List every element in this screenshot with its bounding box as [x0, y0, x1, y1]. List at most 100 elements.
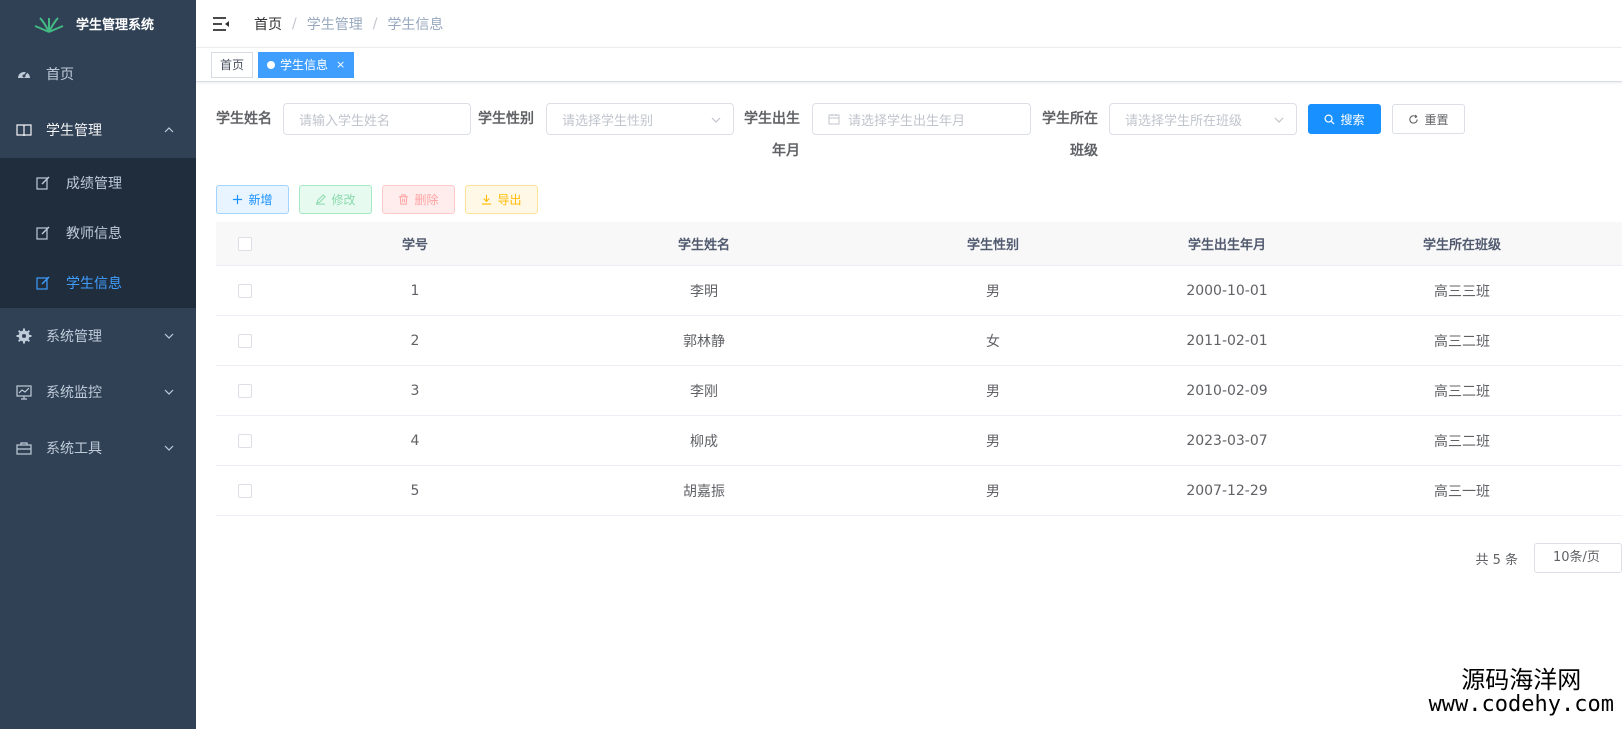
row-checkbox[interactable] [238, 283, 252, 298]
breadcrumb-separator: / [372, 15, 378, 32]
class-select[interactable]: 请选择学生所在班级 [1109, 103, 1297, 135]
chevron-down-icon [164, 445, 174, 451]
table-cell: 男 [986, 383, 1000, 400]
row-checkbox[interactable] [238, 483, 252, 498]
row-checkbox-cell [216, 383, 274, 398]
logo: 学生管理系统 [0, 0, 196, 46]
pagination-total: 共 5 条 [1475, 552, 1518, 568]
page-size-select[interactable]: 10条/页 [1534, 543, 1622, 573]
table-cell: 女 [986, 333, 1000, 350]
sidebar-item-students[interactable]: 学生信息 [0, 258, 196, 308]
table-cell: 2007-12-29 [1186, 482, 1268, 499]
table-cell: 男 [986, 433, 1000, 450]
row-checkbox-cell [216, 333, 274, 348]
search-button-label: 搜索 [1340, 112, 1365, 127]
add-button-label: 新增 [248, 193, 273, 207]
sidebar-item-label: 系统监控 [46, 385, 102, 401]
column-header: 学生出生年月 [1187, 238, 1266, 253]
add-button[interactable]: 新增 [216, 185, 289, 214]
sidebar: 学生管理系统 首页 学生管理 成绩管理 教师信息 学生信息 系统管理 系统监控 … [0, 0, 196, 729]
hamburger-icon[interactable] [212, 15, 230, 33]
toolbox-icon [16, 440, 32, 456]
name-input-placeholder: 请输入学生姓名 [299, 113, 391, 129]
submenu-student-mgmt: 成绩管理 教师信息 学生信息 [0, 158, 196, 308]
birth-date-placeholder: 请选择学生出生年月 [848, 113, 966, 129]
search-button[interactable]: 搜索 [1308, 104, 1381, 134]
table-row[interactable]: 1 李明 男 2000-10-01 高三三班 [216, 266, 1622, 316]
row-checkbox[interactable] [238, 383, 252, 398]
edit-button[interactable]: 修改 [299, 185, 372, 214]
table-cell: 5 [410, 482, 420, 499]
search-icon [1324, 114, 1335, 125]
table-cell: 李刚 [690, 383, 718, 400]
sidebar-item-system-mgmt[interactable]: 系统管理 [0, 308, 196, 364]
breadcrumb-item: 学生管理 [306, 16, 363, 33]
sidebar-item-label: 成绩管理 [66, 176, 122, 192]
monitor-icon [16, 384, 32, 400]
table-cell: 柳成 [690, 433, 718, 450]
table-cell: 2010-02-09 [1186, 382, 1268, 399]
reset-button-label: 重置 [1424, 112, 1449, 127]
sidebar-item-system-tools[interactable]: 系统工具 [0, 420, 196, 476]
sidebar-item-label: 学生信息 [66, 276, 122, 292]
chevron-down-icon [711, 117, 721, 123]
column-header: 学生所在班级 [1422, 238, 1501, 253]
watermark-line1: 源码海洋网 [1461, 666, 1582, 694]
table-row[interactable]: 3 李刚 男 2010-02-09 高三二班 [216, 366, 1622, 416]
delete-button-label: 删除 [414, 193, 439, 207]
tag-home[interactable]: 首页 [211, 51, 254, 78]
app-title: 学生管理系统 [76, 17, 155, 33]
row-checkbox[interactable] [238, 333, 252, 348]
gender-select-placeholder: 请选择学生性别 [562, 113, 654, 129]
table-row[interactable]: 4 柳成 男 2023-03-07 高三二班 [216, 416, 1622, 466]
gender-select[interactable]: 请选择学生性别 [546, 103, 734, 135]
logo-icon [34, 17, 64, 33]
row-checkbox-cell [216, 483, 274, 498]
table-cell: 高三二班 [1434, 383, 1490, 400]
sidebar-item-label: 系统管理 [46, 329, 102, 345]
table-cell: 李明 [690, 283, 718, 300]
close-icon[interactable]: × [336, 53, 345, 77]
chevron-up-icon [164, 127, 174, 133]
birth-label-line2: 年月 [772, 143, 800, 159]
table-cell: 胡嘉振 [683, 483, 725, 500]
navbar: 首页 / 学生管理 / 学生信息 [196, 0, 1622, 48]
class-select-placeholder: 请选择学生所在班级 [1125, 113, 1243, 129]
breadcrumb-item[interactable]: 首页 [254, 14, 282, 34]
export-button-label: 导出 [497, 193, 522, 207]
chevron-down-icon [164, 333, 174, 339]
edit-icon [36, 276, 50, 290]
edit-icon [36, 176, 50, 190]
table-cell: 2011-02-01 [1186, 332, 1268, 349]
table-cell: 2 [410, 332, 420, 349]
delete-button[interactable]: 删除 [382, 185, 455, 214]
sidebar-item-label: 学生管理 [46, 123, 102, 139]
sidebar-item-label: 首页 [46, 67, 74, 83]
main-content: 首页 / 学生管理 / 学生信息 首页 学生信息 × 学生姓名 请输入学生姓名 … [196, 0, 1622, 729]
row-checkbox-cell [216, 283, 274, 298]
row-checkbox[interactable] [238, 433, 252, 448]
tag-student-info[interactable]: 学生信息 × [258, 51, 355, 78]
table-cell: 2000-10-01 [1186, 282, 1268, 299]
sidebar-item-student-mgmt[interactable]: 学生管理 [0, 102, 196, 158]
table-cell: 高三一班 [1434, 483, 1490, 500]
table-row[interactable]: 2 郭林静 女 2011-02-01 高三二班 [216, 316, 1622, 366]
sidebar-item-system-monitor[interactable]: 系统监控 [0, 364, 196, 420]
sidebar-item-scores[interactable]: 成绩管理 [0, 158, 196, 208]
table-cell: 男 [986, 283, 1000, 300]
table-cell: 高三二班 [1434, 433, 1490, 450]
column-header: 学生姓名 [677, 238, 730, 253]
select-all-checkbox[interactable] [238, 236, 252, 251]
birth-date-picker[interactable]: 请选择学生出生年月 [812, 103, 1031, 135]
watermark-line2: www.codehy.com [1428, 692, 1614, 717]
reset-button[interactable]: 重置 [1392, 104, 1465, 134]
pencil-icon [316, 194, 327, 205]
export-button[interactable]: 导出 [465, 185, 538, 214]
sidebar-item-home[interactable]: 首页 [0, 46, 196, 102]
table-row[interactable]: 5 胡嘉振 男 2007-12-29 高三一班 [216, 466, 1622, 516]
table-cell: 1 [410, 282, 420, 299]
header-checkbox-cell [216, 236, 274, 251]
sidebar-item-teachers[interactable]: 教师信息 [0, 208, 196, 258]
chevron-down-icon [1274, 117, 1284, 123]
name-input[interactable]: 请输入学生姓名 [283, 103, 471, 135]
